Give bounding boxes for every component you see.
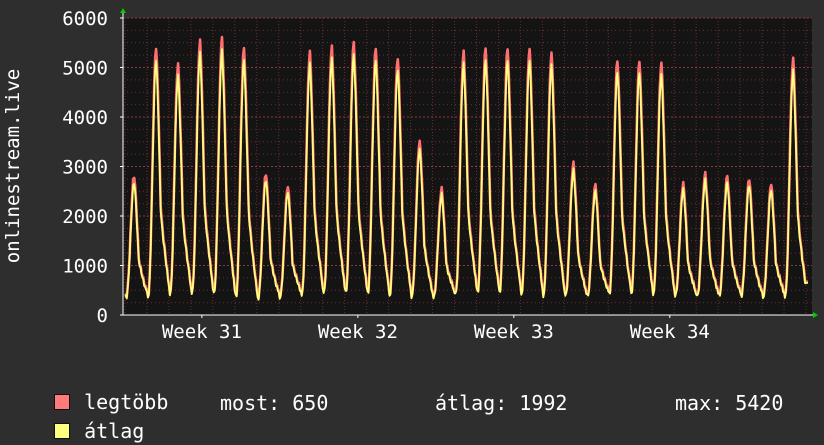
y-tick-label: 1000 bbox=[62, 256, 108, 278]
x-axis-arrow bbox=[813, 312, 818, 318]
y-tick-label: 0 bbox=[97, 305, 108, 327]
x-tick-label: Week 34 bbox=[630, 321, 710, 343]
legend-avg-swatch bbox=[54, 423, 71, 439]
y-tick-label: 6000 bbox=[62, 8, 108, 30]
x-tick-label: Week 32 bbox=[318, 321, 398, 343]
y-tick-label: 2000 bbox=[62, 206, 108, 228]
x-tick-labels: Week 31 Week 32 Week 33 Week 34 bbox=[162, 321, 710, 343]
y-tick-labels: 0 1000 2000 3000 4000 5000 6000 bbox=[62, 8, 108, 327]
y-tick-label: 4000 bbox=[62, 107, 108, 129]
x-tick-label: Week 33 bbox=[474, 321, 554, 343]
stat-now: most: 650 bbox=[220, 391, 329, 415]
y-tick-label: 3000 bbox=[62, 157, 108, 179]
x-tick-label: Week 31 bbox=[162, 321, 242, 343]
y-tick-label: 5000 bbox=[62, 58, 108, 80]
legend-avg-label: átlag bbox=[84, 419, 145, 443]
y-axis-label: onlinestream.live bbox=[2, 69, 24, 263]
y-axis-arrow bbox=[120, 8, 126, 13]
legend-avg: átlag bbox=[30, 389, 144, 445]
stat-max: max: 5420 bbox=[675, 391, 784, 415]
stat-average: átlag: 1992 bbox=[435, 391, 568, 415]
